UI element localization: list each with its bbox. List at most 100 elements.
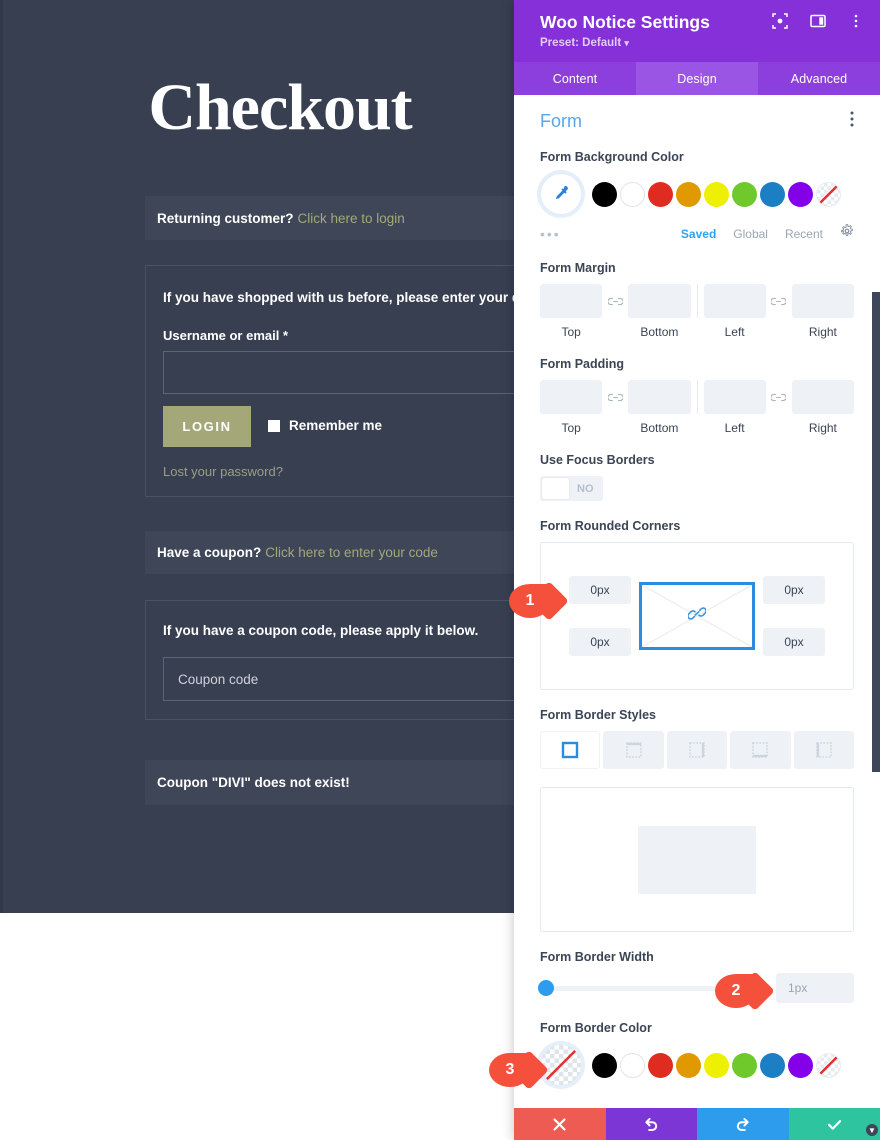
border-preview-field: [514, 787, 880, 932]
form-padding-divider: [696, 380, 698, 414]
redo-button[interactable]: [697, 1108, 789, 1140]
form-margin-right-label: Right: [808, 325, 837, 339]
form-margin-field: Form Margin Top Bottom Left Right: [514, 261, 880, 339]
panel-header: Woo Notice Settings Preset: Default ▾: [514, 0, 880, 62]
swatch-white[interactable]: [620, 181, 645, 207]
tab-content[interactable]: Content: [514, 62, 636, 95]
form-margin-top-label: Top: [561, 325, 581, 339]
chain-link-icon[interactable]: [602, 380, 628, 414]
remember-me-checkbox[interactable]: [268, 419, 280, 432]
swatch-green[interactable]: [732, 181, 757, 207]
login-link[interactable]: Click here to login: [298, 211, 405, 226]
border-swatch-green[interactable]: [732, 1052, 757, 1078]
border-swatch-black[interactable]: [592, 1052, 617, 1078]
returning-customer-prompt: Returning customer?: [157, 210, 294, 226]
vertical-dots-icon[interactable]: [848, 13, 864, 29]
swatch-transparent[interactable]: [816, 181, 841, 207]
lost-password-link[interactable]: Lost your password?: [163, 464, 283, 479]
slider-handle[interactable]: [538, 980, 554, 996]
use-focus-borders-toggle[interactable]: NO: [540, 476, 603, 501]
swatch-red[interactable]: [648, 181, 673, 207]
swatch-black[interactable]: [592, 181, 617, 207]
tab-advanced[interactable]: Advanced: [758, 62, 880, 95]
returning-customer-bar: Returning customer? Click here to login: [145, 196, 575, 240]
border-style-bottom-side[interactable]: [730, 731, 791, 769]
form-padding-left-input[interactable]: [703, 380, 766, 414]
swatch-purple[interactable]: [788, 181, 813, 207]
undo-button[interactable]: [605, 1108, 697, 1140]
border-swatch-yellow[interactable]: [704, 1052, 729, 1078]
form-padding-top-label: Top: [561, 421, 581, 435]
form-border-color-label: Form Border Color: [540, 1021, 652, 1035]
form-padding-right-label: Right: [808, 421, 837, 435]
form-margin-divider: [696, 284, 698, 318]
corner-bottom-right-input[interactable]: 0px: [763, 628, 825, 656]
username-label: Username or email *: [163, 328, 289, 343]
border-swatch-orange[interactable]: [676, 1052, 701, 1078]
form-rounded-corners-field: Form Rounded Corners 0px 0px 0px 0px: [514, 519, 880, 690]
discard-button[interactable]: [514, 1108, 606, 1140]
callout-marker-2: 2: [715, 971, 775, 1011]
gear-icon[interactable]: [840, 224, 854, 243]
corner-bottom-left-input[interactable]: 0px: [569, 628, 631, 656]
remember-me-group[interactable]: Remember me: [268, 418, 382, 433]
border-style-all-sides[interactable]: [540, 731, 601, 769]
form-background-color-swatches: [540, 173, 854, 215]
login-button[interactable]: LOGIN: [163, 406, 251, 447]
corner-top-left-input[interactable]: 0px: [569, 576, 631, 604]
form-border-styles-options: [540, 731, 855, 769]
panel-scrollbar-thumb[interactable]: [872, 292, 880, 772]
vertical-dots-icon[interactable]: [850, 111, 854, 132]
color-tab-saved[interactable]: Saved: [681, 227, 716, 241]
toggle-state-label: NO: [577, 482, 594, 495]
chain-link-icon[interactable]: [766, 284, 792, 318]
swatch-blue[interactable]: [760, 181, 785, 207]
border-swatch-white[interactable]: [620, 1052, 645, 1078]
swatch-yellow[interactable]: [704, 181, 729, 207]
toggle-knob: [542, 478, 569, 499]
chain-link-icon[interactable]: [687, 607, 707, 625]
form-padding-bottom-input[interactable]: [628, 380, 691, 414]
layout-panel-icon[interactable]: [810, 13, 826, 29]
focus-target-icon[interactable]: [772, 13, 788, 29]
border-swatch-red[interactable]: [648, 1052, 673, 1078]
border-style-right-side[interactable]: [666, 731, 728, 769]
color-tab-recent[interactable]: Recent: [785, 227, 823, 241]
form-padding-top-input[interactable]: [540, 380, 603, 414]
form-padding-field: Form Padding Top Bottom Left Right: [514, 357, 880, 435]
coupon-error-notice: Coupon "DIVI" does not exist!: [145, 760, 575, 805]
eyedropper-icon[interactable]: [540, 173, 582, 215]
tab-design[interactable]: Design: [636, 62, 758, 95]
coupon-link[interactable]: Click here to enter your code: [265, 545, 438, 560]
border-swatch-blue[interactable]: [760, 1052, 785, 1078]
swatch-orange[interactable]: [676, 181, 701, 207]
callout-number: 3: [505, 1061, 515, 1078]
form-margin-right-input[interactable]: [791, 284, 854, 318]
form-margin-left-input[interactable]: [703, 284, 766, 318]
border-color-selected-transparent[interactable]: [540, 1044, 582, 1086]
callout-number: 1: [525, 592, 535, 609]
panel-preset-selector[interactable]: Preset: Default ▾: [540, 37, 629, 49]
more-colors-icon[interactable]: •••: [540, 226, 561, 242]
color-tab-global[interactable]: Global: [733, 227, 768, 241]
form-margin-top-input[interactable]: [540, 284, 603, 318]
form-margin-bottom-input[interactable]: [628, 284, 691, 318]
border-style-top-side[interactable]: [603, 731, 664, 769]
use-focus-borders-field: Use Focus Borders NO: [514, 453, 880, 501]
save-button[interactable]: [788, 1108, 880, 1140]
callout-number: 2: [731, 982, 741, 999]
border-style-left-side[interactable]: [793, 731, 855, 769]
chain-link-icon[interactable]: [766, 380, 792, 414]
form-border-width-value[interactable]: 1px: [776, 973, 854, 1003]
border-swatch-transparent[interactable]: [816, 1052, 841, 1078]
form-border-width-field: Form Border Width 1px: [514, 950, 880, 1003]
form-border-width-control: 1px: [538, 973, 854, 1003]
chain-link-icon[interactable]: [602, 284, 628, 318]
chevron-up-icon[interactable]: [820, 113, 834, 131]
border-swatch-purple[interactable]: [788, 1052, 813, 1078]
form-padding-right-input[interactable]: [791, 380, 854, 414]
check-icon: [827, 1119, 841, 1130]
corner-top-right-input[interactable]: 0px: [763, 576, 825, 604]
panel-action-bar: [514, 1108, 880, 1140]
scroll-down-arrow[interactable]: ▼: [866, 1124, 878, 1136]
